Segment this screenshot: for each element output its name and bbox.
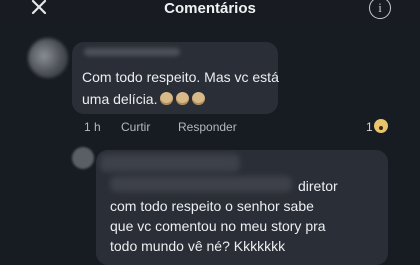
reply-line: todo mundo vê né? Kkkkkkk [110,238,286,254]
header-bar: Comentários i [0,0,420,22]
reply-line: diretor [298,178,338,194]
avatar[interactable] [72,147,94,169]
redacted-area [110,176,292,192]
reply-line: com todo respeito o senhor sabe [110,198,314,214]
reply-button[interactable]: Responder [178,120,237,134]
reaction-count: 1 [366,120,373,134]
reaction-emoji-icon[interactable] [374,119,388,133]
page-title: Comentários [164,0,256,17]
emoji-icon [160,92,174,105]
reply-line: que vc comentou no meu story pra [110,218,326,234]
emoji-icon [192,92,206,105]
author-name-redacted [84,48,180,56]
comment-time: 1 h [84,120,101,134]
emoji-icon [176,92,190,105]
avatar[interactable] [28,38,68,78]
comment-text: Com todo respeito. Mas vc está uma delíc… [82,66,282,110]
like-button[interactable]: Curtir [121,120,150,134]
redacted-area [100,154,240,172]
